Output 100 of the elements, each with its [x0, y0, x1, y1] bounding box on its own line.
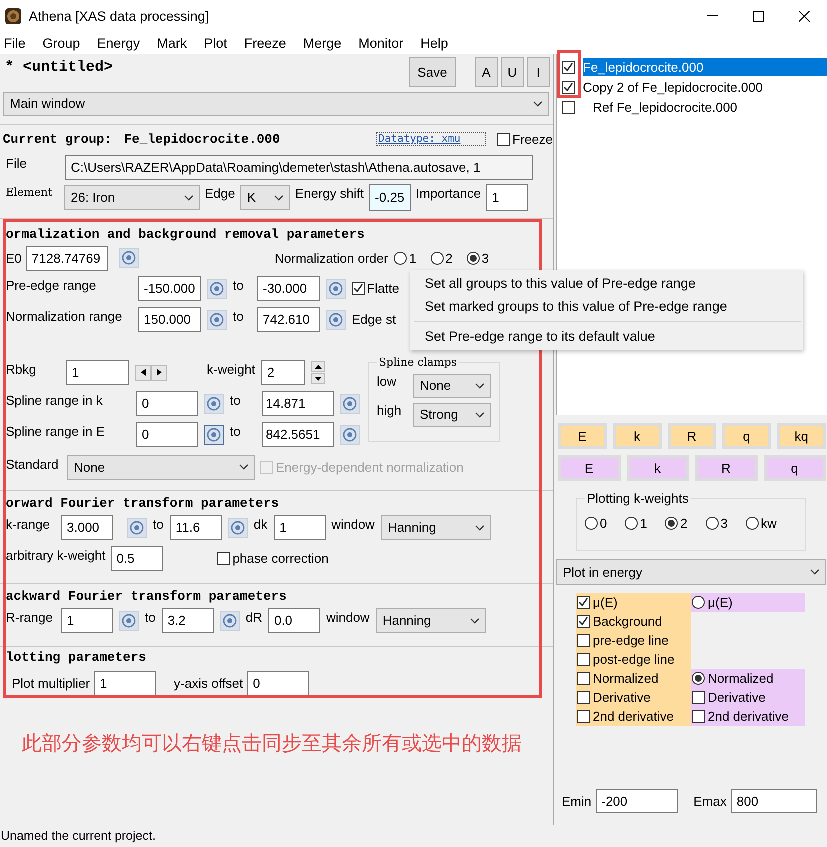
checkbox[interactable] [496, 132, 510, 146]
radio-button[interactable] [430, 252, 444, 264]
checkbox[interactable] [577, 596, 590, 609]
datatype-link[interactable]: Datatype: xmu [376, 132, 486, 146]
plot-button[interactable]: q [764, 455, 826, 481]
plot-button[interactable]: q [722, 423, 772, 449]
text-field[interactable]: 800 [730, 789, 817, 813]
text-field[interactable]: 1 [66, 360, 129, 385]
text-field[interactable]: 2 [261, 360, 306, 385]
radio-button[interactable] [394, 252, 408, 264]
dropdown[interactable]: None [413, 374, 491, 398]
text-field[interactable]: 7128.74769 [26, 246, 108, 270]
text-field[interactable]: 1 [486, 184, 528, 211]
radio-button[interactable] [585, 517, 598, 530]
dropdown[interactable]: Hanning [376, 608, 486, 633]
spin-up-button[interactable] [311, 361, 326, 372]
text-field[interactable]: 11.6 [170, 515, 222, 540]
text-field[interactable]: 150.000 [138, 307, 201, 332]
checkbox[interactable] [577, 672, 590, 685]
checkbox[interactable] [692, 691, 705, 704]
text-field[interactable]: 0.0 [268, 608, 320, 633]
close-icon [798, 10, 810, 22]
text-field[interactable]: -150.000 [138, 276, 201, 301]
text-field[interactable]: 1 [61, 608, 113, 633]
text-field[interactable]: C:\Users\RAZER\AppData\Roaming\demeter\stash\Athena.autosave, 1 [65, 155, 533, 180]
chevron-icon [184, 194, 194, 200]
text-field[interactable]: 842.5651 [262, 422, 334, 447]
text-field[interactable]: 1 [94, 670, 156, 696]
dropdown[interactable]: K [240, 185, 290, 210]
plot-button[interactable]: kq [777, 423, 826, 449]
checkbox[interactable] [562, 100, 575, 114]
section-heading: ackward Fourier transform parameters [6, 588, 287, 604]
plot-button[interactable]: k [626, 455, 689, 481]
menu-item[interactable]: Freeze [244, 36, 292, 50]
dropdown[interactable]: Hanning [380, 515, 491, 540]
radio-button[interactable] [746, 517, 759, 530]
radio-button[interactable] [692, 596, 705, 609]
dropdown[interactable]: None [67, 454, 255, 480]
menu-item[interactable]: Plot [204, 36, 234, 50]
context-menu-item[interactable]: Set all groups to this value of Pre-edge range [410, 272, 803, 295]
text-field[interactable]: -30.000 [257, 276, 320, 301]
text-field[interactable]: -0.25 [369, 184, 412, 211]
maximize-icon [752, 10, 764, 22]
checkbox[interactable] [352, 282, 365, 295]
plot-button[interactable]: R [695, 455, 758, 481]
text-field[interactable]: 1 [274, 515, 326, 540]
menu-item[interactable]: Group [42, 36, 86, 50]
checkbox[interactable] [577, 615, 590, 628]
menu-item[interactable]: Merge [303, 36, 348, 50]
dropdown[interactable]: 26: Iron [64, 185, 200, 210]
plot-button[interactable]: E [558, 423, 607, 449]
checkbox[interactable] [562, 60, 575, 74]
checkbox[interactable] [577, 653, 590, 666]
step-button[interactable] [151, 364, 167, 380]
dropdown[interactable]: Plot in energy [556, 559, 826, 585]
text-field[interactable]: 14.871 [262, 391, 334, 416]
plot-button[interactable]: R [668, 423, 716, 449]
context-menu-item[interactable]: Set Pre-edge range to its default value [410, 325, 803, 348]
field-label: 2nd derivative [593, 709, 674, 724]
field-label: dk [254, 517, 268, 532]
checkbox[interactable] [577, 634, 590, 647]
text-field[interactable]: 0 [247, 670, 310, 696]
save-button[interactable]: Save [409, 57, 456, 87]
dropdown[interactable]: Main window [3, 92, 549, 116]
text-field[interactable]: 0.5 [110, 546, 163, 571]
checkbox[interactable] [216, 552, 230, 565]
text-field[interactable]: 0 [136, 422, 198, 447]
radio-button[interactable] [692, 672, 705, 685]
text-field[interactable]: 742.610 [257, 307, 320, 332]
plot-button[interactable]: E [558, 455, 620, 481]
pick-button[interactable] [204, 424, 224, 444]
radio-button[interactable] [665, 517, 678, 530]
checkbox[interactable] [577, 710, 590, 723]
toolbar-button[interactable]: A [475, 57, 498, 87]
text-field[interactable]: -200 [596, 789, 678, 813]
plot-button[interactable]: k [612, 423, 662, 449]
checkbox[interactable] [577, 691, 590, 704]
text-field[interactable]: 3.2 [162, 608, 214, 633]
menu-item[interactable]: Monitor [358, 36, 410, 50]
toolbar-button[interactable]: U [501, 57, 524, 87]
dropdown[interactable]: Strong [413, 402, 491, 426]
checkbox[interactable] [692, 710, 705, 723]
field-label: to [145, 610, 156, 625]
text-field[interactable]: 3.000 [61, 515, 113, 540]
step-button[interactable] [135, 364, 151, 380]
spin-down-button[interactable] [311, 373, 326, 384]
menu-item[interactable]: Energy [97, 36, 146, 50]
menu-item[interactable]: Help [420, 36, 454, 50]
group-list-item[interactable]: Copy 2 of Fe_lepidocrocite.000 [557, 77, 827, 97]
toolbar-button[interactable]: I [527, 57, 550, 87]
group-list-item[interactable]: Ref Fe_lepidocrocite.000 [557, 97, 827, 117]
menu-item[interactable]: Mark [157, 36, 194, 50]
menu-item[interactable]: File [4, 36, 32, 50]
radio-button[interactable] [625, 517, 638, 530]
text-field[interactable]: 0 [136, 391, 198, 416]
radio-button[interactable] [706, 517, 719, 530]
context-menu-item[interactable]: Set marked groups to this value of Pre-edge range [410, 295, 803, 318]
target-icon [207, 396, 221, 410]
checkbox[interactable] [562, 80, 575, 94]
radio-button[interactable] [466, 252, 480, 264]
